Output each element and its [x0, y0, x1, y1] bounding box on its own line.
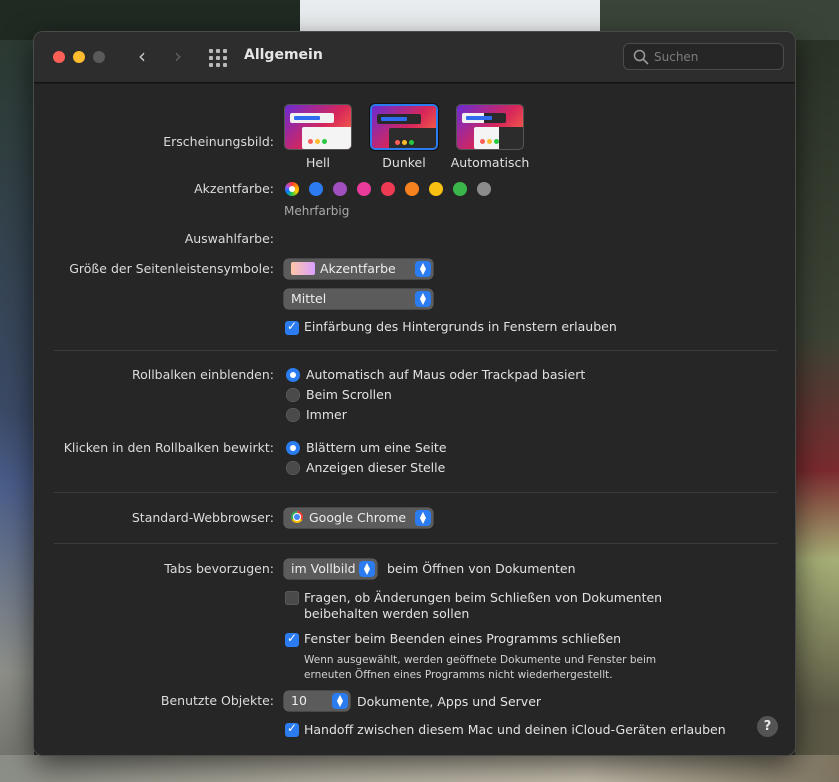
- search-icon: [633, 49, 649, 65]
- accent-red-swatch[interactable]: [381, 182, 395, 196]
- accent-purple-swatch[interactable]: [333, 182, 347, 196]
- section-divider: [54, 543, 777, 544]
- section-divider: [54, 492, 777, 493]
- appearance-dark-thumbnail[interactable]: [369, 103, 439, 151]
- scrollbars-always-radio[interactable]: [286, 408, 300, 422]
- minimize-window-button[interactable]: [73, 51, 85, 63]
- scrollbars-option-auto[interactable]: Automatisch auf Maus oder Trackpad basie…: [306, 367, 585, 382]
- recent-items-suffix: Dokumente, Apps und Server: [357, 694, 542, 709]
- recent-items-value: 10: [291, 693, 307, 708]
- chrome-icon: [291, 511, 303, 523]
- scroll-click-label: Klicken in den Rollbalken bewirkt:: [63, 440, 274, 455]
- sidebar-icon-size-value: Mittel: [291, 291, 327, 306]
- accent-green-swatch[interactable]: [453, 182, 467, 196]
- scrollbars-scrolling-radio[interactable]: [286, 388, 300, 402]
- accent-graphite-swatch[interactable]: [477, 182, 491, 196]
- scroll-click-option-page[interactable]: Blättern um eine Seite: [306, 440, 447, 455]
- zoom-window-button[interactable]: [93, 51, 105, 63]
- scrollbars-option-scrolling[interactable]: Beim Scrollen: [306, 387, 392, 402]
- prefer-tabs-popup[interactable]: im Vollbild ▲ ▼: [284, 559, 377, 579]
- recent-items-popup[interactable]: 10 ▲ ▼: [284, 691, 350, 711]
- popup-chevron-updown-icon: ▲ ▼: [415, 291, 431, 307]
- highlight-label: Auswahlfarbe:: [184, 231, 274, 246]
- accent-label: Akzentfarbe:: [194, 181, 274, 196]
- appearance-light-thumbnail[interactable]: [284, 104, 352, 150]
- accent-selected-caption: Mehrfarbig: [284, 204, 350, 218]
- accent-multicolor-swatch[interactable]: [285, 182, 299, 196]
- scroll-click-page-radio[interactable]: [286, 441, 300, 455]
- show-all-grid-icon[interactable]: [209, 49, 227, 67]
- accent-orange-swatch[interactable]: [405, 182, 419, 196]
- back-chevron-icon[interactable]: ‹: [131, 46, 153, 68]
- scroll-click-spot-radio[interactable]: [286, 461, 300, 475]
- popup-chevron-updown-icon: ▲ ▼: [415, 510, 431, 526]
- default-browser-popup[interactable]: Google Chrome ▲ ▼: [284, 508, 433, 528]
- section-divider: [54, 350, 777, 351]
- scroll-click-option-spot[interactable]: Anzeigen dieser Stelle: [306, 460, 445, 475]
- help-button[interactable]: ?: [757, 716, 778, 737]
- highlight-value: Akzentfarbe: [320, 261, 396, 276]
- settings-content: Erscheinungsbild: Hell Dunkel Automatisc…: [34, 84, 795, 755]
- popup-chevron-updown-icon: ▲ ▼: [332, 693, 348, 709]
- browser-value: Google Chrome: [309, 510, 407, 525]
- desktop-wallpaper-region: [300, 0, 600, 32]
- appearance-auto-thumbnail[interactable]: [456, 104, 524, 150]
- appearance-label: Erscheinungsbild:: [163, 134, 274, 149]
- ask-keep-changes-label-line1[interactable]: Fragen, ob Änderungen beim Schließen von…: [304, 590, 662, 605]
- popup-chevron-updown-icon: ▲ ▼: [415, 261, 431, 277]
- close-window-button[interactable]: [53, 51, 65, 63]
- scrollbars-auto-radio[interactable]: [286, 368, 300, 382]
- recent-items-label: Benutzte Objekte:: [160, 693, 274, 708]
- ask-keep-changes-label-line2[interactable]: beibehalten werden sollen: [304, 606, 469, 621]
- highlight-color-popup[interactable]: Akzentfarbe ▲ ▼: [284, 259, 433, 279]
- tabs-suffix: beim Öffnen von Dokumenten: [387, 561, 576, 576]
- close-windows-note-line2: erneuten Öffnen eines Programms nicht wi…: [304, 669, 613, 681]
- tabs-label: Tabs bevorzugen:: [164, 561, 274, 576]
- titlebar: ‹ › Allgemein: [34, 32, 795, 83]
- accent-yellow-swatch[interactable]: [429, 182, 443, 196]
- ask-keep-changes-checkbox[interactable]: [285, 591, 299, 605]
- scrollbars-option-always[interactable]: Immer: [306, 407, 347, 422]
- accent-blue-swatch[interactable]: [309, 182, 323, 196]
- browser-label: Standard-Webbrowser:: [131, 510, 274, 525]
- accent-pink-swatch[interactable]: [357, 182, 371, 196]
- forward-chevron-icon[interactable]: ›: [167, 46, 189, 68]
- search-input[interactable]: [654, 48, 774, 66]
- appearance-option-light[interactable]: Hell: [273, 155, 363, 170]
- desktop-wallpaper-region: [0, 40, 34, 782]
- appearance-option-dark[interactable]: Dunkel: [359, 155, 449, 170]
- sidebar-icon-size-label: Größe der Seitenleistensymbole:: [69, 261, 274, 276]
- close-windows-checkbox[interactable]: [285, 631, 299, 647]
- handoff-checkbox[interactable]: [285, 721, 299, 737]
- tabs-value: im Vollbild: [291, 561, 356, 576]
- close-windows-label[interactable]: Fenster beim Beenden eines Programms sch…: [304, 631, 621, 646]
- close-windows-note-line1: Wenn ausgewählt, werden geöffnete Dokume…: [304, 654, 657, 666]
- desktop-wallpaper-region: [0, 755, 839, 782]
- scrollbars-label: Rollbalken einblenden:: [131, 367, 274, 382]
- sidebar-icon-size-popup[interactable]: Mittel ▲ ▼: [284, 289, 433, 309]
- popup-chevron-updown-icon: ▲ ▼: [359, 561, 375, 577]
- wallpaper-tinting-label[interactable]: Einfärbung des Hintergrunds in Fenstern …: [304, 319, 617, 334]
- search-field[interactable]: [623, 43, 784, 70]
- wallpaper-tinting-checkbox[interactable]: [285, 319, 299, 335]
- highlight-swatch-icon: [291, 262, 315, 275]
- appearance-option-auto[interactable]: Automatisch: [445, 155, 535, 170]
- desktop-wallpaper-region: [795, 40, 839, 782]
- handoff-label[interactable]: Handoff zwischen diesem Mac und deinen i…: [304, 722, 726, 737]
- preferences-window: ‹ › Allgemein Erscheinungsbild: Hell D: [33, 31, 796, 756]
- window-title: Allgemein: [244, 47, 323, 63]
